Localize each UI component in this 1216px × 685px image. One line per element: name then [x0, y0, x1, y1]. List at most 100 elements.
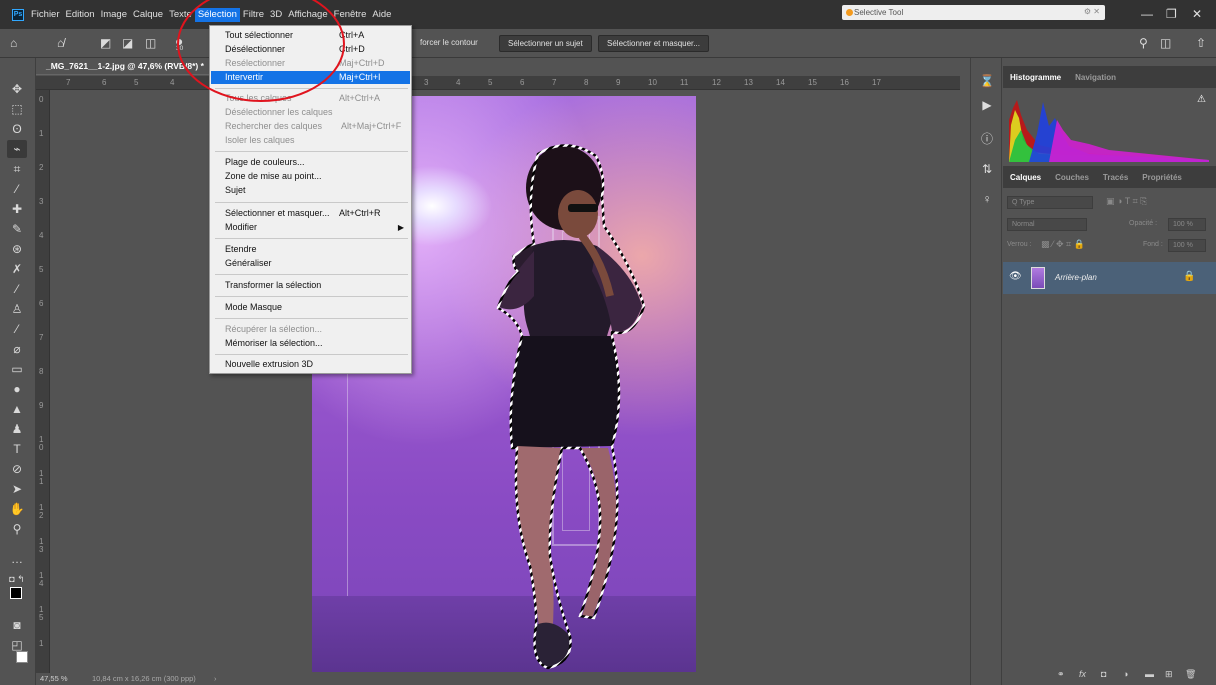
screen-mode-icon[interactable]: ◰: [7, 636, 27, 654]
info-icon[interactable]: ⓘ: [979, 130, 995, 147]
menu-item-modifier[interactable]: Modifier ▶: [211, 221, 410, 234]
menu-item-nouvelle-extrusion-3d[interactable]: Nouvelle extrusion 3D: [211, 358, 410, 371]
swap-colors-icon[interactable]: ◘ ↰: [7, 570, 27, 588]
eraser-tool-icon[interactable]: ⁄: [7, 280, 27, 298]
workspace-icon[interactable]: ◫: [1160, 36, 1171, 50]
menu-item-memoriser-selection[interactable]: Mémoriser la sélection...: [211, 337, 410, 350]
tab-calques[interactable]: Calques: [1003, 173, 1048, 182]
minimize-icon[interactable]: —: [1141, 7, 1153, 21]
add-mask-icon[interactable]: ◘: [1101, 669, 1106, 679]
sharpen-tool-icon[interactable]: ▲: [7, 400, 27, 418]
link-layers-icon[interactable]: ⚭: [1057, 669, 1065, 680]
history-brush-icon[interactable]: ✗: [7, 260, 27, 278]
text-tool-icon[interactable]: T: [7, 440, 27, 458]
blur-tool-icon[interactable]: ●: [7, 380, 27, 398]
fill-input[interactable]: 100 %: [1168, 239, 1206, 252]
layer-name[interactable]: Arrière-plan: [1055, 273, 1097, 282]
gradient-tool-icon[interactable]: ▭: [7, 360, 27, 378]
pen-alt-tool-icon[interactable]: ⁄: [7, 320, 27, 338]
ruler-tick: 7: [66, 78, 71, 87]
menu-item-sujet[interactable]: Sujet: [211, 184, 410, 197]
new-group-icon[interactable]: ▬: [1145, 669, 1154, 679]
quick-selection-tool-icon[interactable]: ⌁: [7, 140, 27, 158]
select-and-mask-button[interactable]: Sélectionner et masquer...: [598, 35, 709, 52]
brush-tool-icon[interactable]: ✎: [7, 220, 27, 238]
visibility-eye-icon[interactable]: 👁: [1009, 271, 1022, 282]
menu-item-recuperer-selection[interactable]: Récupérer la sélection...: [211, 323, 410, 336]
tab-couches[interactable]: Couches: [1048, 173, 1096, 182]
glyphs-icon[interactable]: ⇅: [979, 162, 995, 176]
smudge-tool-icon[interactable]: ⌀: [7, 340, 27, 358]
menu-item-transformer-selection[interactable]: Transformer la sélection: [211, 279, 410, 292]
canvas-area[interactable]: [50, 90, 960, 673]
add-selection-icon[interactable]: ◪: [122, 36, 133, 50]
quick-mask-icon[interactable]: ◙: [7, 616, 27, 634]
menu-item-isoler-calques[interactable]: Isoler les calques: [211, 134, 410, 147]
tab-traces[interactable]: Tracés: [1096, 173, 1135, 182]
tab-controls-icon[interactable]: ⚙ ✕: [1084, 7, 1100, 16]
history-icon[interactable]: ⌛: [979, 74, 995, 88]
marquee-tool-icon[interactable]: ⬚: [7, 100, 27, 118]
path-selection-icon[interactable]: ➤: [7, 480, 27, 498]
layer-filter-icons[interactable]: ▣ ◑ T ⌗ ⎘: [1106, 196, 1147, 207]
quick-selection-tool-icon[interactable]: ⌂̸: [57, 36, 64, 50]
opacity-input[interactable]: 100 %: [1168, 218, 1206, 231]
status-arrow-icon[interactable]: ›: [214, 673, 217, 685]
learn-icon[interactable]: ♀: [979, 192, 995, 206]
fill-label: Fond :: [1143, 241, 1163, 248]
new-layer-icon[interactable]: ⊞: [1165, 669, 1173, 680]
foreground-color-swatch[interactable]: [10, 587, 22, 599]
home-icon[interactable]: ⌂: [10, 36, 17, 50]
lock-icons[interactable]: ▩ ⁄ ✥ ⌗ 🔒: [1041, 239, 1085, 250]
menu-edition[interactable]: Edition: [63, 8, 98, 22]
menu-item-deselectionner-calques[interactable]: Désélectionner les calques: [211, 106, 410, 119]
layer-style-icon[interactable]: fx: [1079, 669, 1086, 679]
actions-play-icon[interactable]: ▶: [979, 98, 995, 112]
histogram-warning-icon[interactable]: ⚠: [1197, 94, 1206, 105]
menu-item-etendre[interactable]: Etendre: [211, 243, 410, 256]
dodge-tool-icon[interactable]: ♟: [7, 420, 27, 438]
menu-separator: [215, 151, 408, 152]
selective-tool-tab[interactable]: Selective Tool ⚙ ✕: [842, 5, 1105, 20]
lasso-tool-icon[interactable]: ʘ: [7, 120, 27, 138]
layer-row[interactable]: 👁 Arrière-plan 🔒: [1003, 262, 1216, 294]
ruler-tick: 4: [456, 78, 461, 87]
zoom-value[interactable]: 47,55 %: [40, 673, 68, 685]
search-icon[interactable]: ⚲: [1139, 36, 1148, 50]
stamp-tool-icon[interactable]: ⊛: [7, 240, 27, 258]
menu-item-mode-masque[interactable]: Mode Masque: [211, 301, 410, 314]
tab-proprietes[interactable]: Propriétés: [1135, 173, 1189, 182]
share-icon[interactable]: ⇧: [1196, 36, 1206, 50]
menu-item-zone-mise-au-point[interactable]: Zone de mise au point...: [211, 170, 410, 183]
menu-item-generaliser[interactable]: Généraliser: [211, 257, 410, 270]
more-tools-icon[interactable]: …: [7, 550, 27, 568]
clone-tool-icon[interactable]: ♙: [7, 300, 27, 318]
close-icon[interactable]: ✕: [1192, 7, 1202, 21]
layer-filter-input[interactable]: Q Type: [1007, 196, 1093, 209]
move-tool-icon[interactable]: ✥: [7, 80, 27, 98]
ruler-tick: 1 5: [39, 605, 44, 622]
refine-edge-label[interactable]: forcer le contour: [420, 38, 478, 47]
select-subject-button[interactable]: Sélectionner un sujet: [499, 35, 592, 52]
blend-mode-select[interactable]: Normal: [1007, 218, 1087, 231]
menu-item-rechercher-calques[interactable]: Rechercher des calques Alt+Maj+Ctrl+F: [211, 120, 410, 133]
menu-calque[interactable]: Calque: [130, 8, 166, 22]
zoom-tool-icon[interactable]: ⚲: [7, 520, 27, 538]
tab-navigation[interactable]: Navigation: [1068, 73, 1123, 82]
tab-histogramme[interactable]: Histogramme: [1003, 73, 1068, 82]
menu-item-plage-couleurs[interactable]: Plage de couleurs...: [211, 156, 410, 169]
delete-layer-icon[interactable]: 🗑: [1185, 669, 1196, 680]
crop-tool-icon[interactable]: ⌗: [7, 160, 27, 178]
pen-tool-icon[interactable]: ⊘: [7, 460, 27, 478]
menu-aide[interactable]: Aide: [369, 8, 394, 22]
subtract-selection-icon[interactable]: ◫: [145, 36, 156, 50]
new-selection-icon[interactable]: ◩: [100, 36, 111, 50]
healing-brush-icon[interactable]: ✚: [7, 200, 27, 218]
menu-image[interactable]: Image: [98, 8, 130, 22]
menu-item-selectionner-masquer[interactable]: Sélectionner et masquer... Alt+Ctrl+R: [211, 207, 410, 220]
adjustment-layer-icon[interactable]: ◑: [1123, 669, 1128, 679]
menu-fichier[interactable]: Fichier: [28, 8, 63, 22]
maximize-icon[interactable]: ❐: [1166, 7, 1177, 21]
eyedropper-tool-icon[interactable]: ⁄: [7, 180, 27, 198]
hand-tool-icon[interactable]: ✋: [7, 500, 27, 518]
